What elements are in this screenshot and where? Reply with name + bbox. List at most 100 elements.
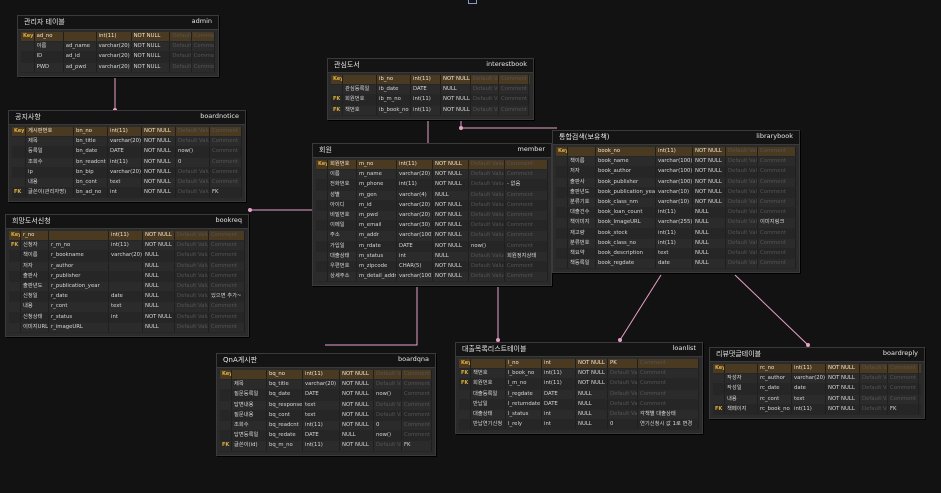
table-member[interactable]: 회원 member Key 회원번호 m_no int(11) NOT NULL Defa…: [312, 143, 552, 287]
col-type: int(11): [542, 369, 576, 379]
col-physical: bq_title: [267, 380, 303, 390]
col-type: int(11): [656, 228, 693, 238]
col-default: Default Value: [175, 271, 209, 281]
col-comment: Comment: [888, 384, 919, 394]
table-row[interactable]: 대출상태 m_status int NULL Default Value 회원정지상태: [316, 251, 548, 262]
col-logical: 조회수: [26, 157, 74, 167]
table-row[interactable]: 책이름 book_name varchar(100) NOT NULL Default …: [556, 157, 796, 168]
table-row[interactable]: 질문내용bq_conttextNOT NULLDefault ValueComm…: [220, 410, 432, 421]
col-logical: 이름: [35, 42, 64, 52]
table-row[interactable]: 아이디 m_id varchar(20) NOT NULL Default Value C…: [316, 200, 548, 211]
table-row[interactable]: 출판사r_publisher NULLDefault ValueComment: [9, 271, 245, 282]
table-name: member: [517, 145, 545, 153]
col-physical: r_m_no: [49, 241, 109, 251]
table-row[interactable]: 조회수 bq_readcnt int(11) NOT NULL 0 Comment: [220, 420, 432, 432]
table-row[interactable]: FK책번호ib_book_noint(11)NOT NULLDefault Va…: [331, 105, 530, 116]
table-row[interactable]: FK책번호l_book_noint(11)NOT NULLDefault Val…: [459, 369, 699, 380]
table-row[interactable]: 재고량book_stockint(11)NULLDefault ValueCom…: [556, 228, 796, 239]
col-default: Default Value: [726, 167, 758, 177]
table-key-row[interactable]: Keyad_no int(11)NOT NULLDefault ValueComm…: [21, 32, 215, 43]
table-row[interactable]: 관심등록일ib_dateDATENULLDefault ValueComment: [331, 85, 530, 96]
table-row[interactable]: 출판년도 book_publication_year varchar(10) NOT …: [556, 187, 796, 198]
key-cell: [12, 157, 26, 167]
table-row[interactable]: 분류번호book_class_noint(11)NULLDefault Valu…: [556, 238, 796, 249]
table-key-row[interactable]: Keyr_no int(11)NOT NULLDefault ValueComme…: [9, 231, 245, 242]
table-boardnotice[interactable]: 공지사항 boardnotice Key 게시판번호 bn_no int(11) NOT…: [8, 110, 246, 203]
table-row[interactable]: 반납일l_returndateDATENULLDefault ValueComm…: [459, 399, 699, 410]
table-loanlist[interactable]: 대출목록리스트테이블 loanlist Key l_no int NOT NULL PK…: [455, 342, 703, 435]
table-row[interactable]: FK 글쓴이(id) bq_m_no int(11) NOT NULL Default V…: [220, 441, 432, 452]
table-key-row[interactable]: Key 회원번호 m_no int(11) NOT NULL Default Value C…: [316, 160, 548, 171]
table-row[interactable]: 조회수 bn_readcnt int(11) NOT NULL 0 Comment: [12, 157, 242, 168]
table-row[interactable]: 출판년도r_publication_year NULLDefault ValueC…: [9, 281, 245, 293]
table-row[interactable]: 출판사 book_publisher varchar(100) NOT NULL Def…: [556, 177, 796, 188]
table-row[interactable]: 질문등록일 bq_date DATE NOT NULL now() Comment: [220, 390, 432, 401]
table-boardreply[interactable]: 리뷰댓글테이블 boardreply Key rc_no int(11) NOT NU…: [709, 347, 925, 419]
col-logical: 상세주소: [328, 272, 357, 282]
table-row[interactable]: FK 책페이지 rc_book_no int(11) NOT NULL Default V…: [713, 404, 921, 415]
table-row[interactable]: 이름ad_namevarchar(20)NOT NULLDefault Valu…: [21, 42, 215, 53]
table-row[interactable]: 책이름 r_bookname varchar(20) NULL Default Valu…: [9, 251, 245, 262]
table-row[interactable]: FK회원번호l_m_noint(11)NOT NULLDefault Value…: [459, 379, 699, 390]
table-row[interactable]: 주소 m_addr varchar(100) NOT NULL Default Valu…: [316, 231, 548, 242]
table-row[interactable]: 내용r_conttextNULLDefault ValueComment: [9, 302, 245, 313]
table-row[interactable]: 책요약book_descriptiontextNULLDefault Value…: [556, 248, 796, 260]
table-admin[interactable]: 관리자 테이블 admin Key ad_no int(11) NOT NULL Def…: [17, 15, 219, 77]
table-row[interactable]: 책등록일book_regdatedateNULLDefault ValueCom…: [556, 259, 796, 270]
table-row[interactable]: 답변내용bq_responsetextNOT NULLDefault Value…: [220, 400, 432, 411]
key-icon: Key: [12, 127, 26, 137]
table-key-row[interactable]: Key ib_noint(11)NOT NULLDefault ValueComm…: [331, 75, 530, 86]
table-row[interactable]: IDad_idvarchar(20)NOT NULLDefault ValueC…: [21, 52, 215, 63]
table-row[interactable]: 저자r_author NULLDefault ValueComment: [9, 261, 245, 272]
table-row[interactable]: 성별 m_gen varchar(4) NULL Default Value Commen…: [316, 190, 548, 201]
table-row[interactable]: 저자 book_author varchar(100) NOT NULL Default…: [556, 167, 796, 178]
table-key-row[interactable]: Key book_noint(11)NOT NULLDefault ValueCo…: [556, 147, 796, 158]
table-key-row[interactable]: Key rc_noint(11)NOT NULLDefault ValueComm…: [713, 364, 921, 375]
col-default: Default Value: [469, 261, 505, 272]
table-row[interactable]: 대출건수 book_loan_count int(11) NULL Default Va…: [556, 208, 796, 219]
table-row[interactable]: PWDad_pwdvarchar(20)NOT NULLDefault Valu…: [21, 62, 215, 73]
table-bookreq[interactable]: 희망도서신청 bookreq Key r_no int(11) NOT NULL Def…: [5, 214, 249, 337]
key-cell: [9, 281, 21, 292]
col-logical: 관심등록일: [343, 85, 377, 95]
table-row[interactable]: 분류기호 book_class_nm varchar(10) NOT NULL Defa…: [556, 197, 796, 209]
col-null: NULL: [143, 271, 175, 281]
col-physical: r_author: [49, 261, 109, 271]
table-row[interactable]: 답변등록일 bq_redate DATE NULL now() Comment: [220, 431, 432, 442]
table-row[interactable]: 비밀번호 m_pwd varchar(20) NOT NULL Default Valu…: [316, 210, 548, 222]
table-row[interactable]: FK회원번호ib_m_noint(11)NOT NULLDefault Valu…: [331, 95, 530, 106]
table-row[interactable]: 내용bn_conttextNOT NULLDefault ValueCommen…: [12, 177, 242, 189]
table-row[interactable]: 가입일 m_rdate DATE NOT NULL now() Comment: [316, 241, 548, 252]
table-row[interactable]: 전화번호 m_phone int(11) NOT NULL Default Value -…: [316, 180, 548, 191]
col-logical: 등록일: [26, 147, 74, 157]
table-row[interactable]: 우편번호 m_zipcode CHAR(5) NOT NULL Default Valu…: [316, 261, 548, 273]
table-row[interactable]: 상세주소 m_detail_addr varchar(100) NOT NULL Def…: [316, 272, 548, 283]
table-row[interactable]: 반납연기신청 l_rely int NULL 0 연기신청시 값 1로 변경: [459, 420, 699, 431]
table-row[interactable]: 내용rc_conttextNOT NULLDefault ValueCommen…: [713, 394, 921, 405]
table-row[interactable]: 대출상태l_statusintNULLDefault Value각책별 대출상태: [459, 409, 699, 421]
table-key-row[interactable]: Key bq_noint(11)NOT NULLDefault ValueComm…: [220, 370, 432, 381]
table-row[interactable]: ipbn_bipvarchar(20)NOT NULLDefault Value…: [12, 167, 242, 178]
table-boardqna[interactable]: QnA게시판 boardqna Key bq_no int(11) NOT NULL D…: [216, 353, 436, 456]
table-row[interactable]: 이메일 m_email varchar(30) NOT NULL Default Val…: [316, 221, 548, 232]
table-librarybook[interactable]: 통합검색(보유책) librarybook Key book_no int(11) N…: [552, 130, 800, 274]
table-row[interactable]: 작성자 rc_author varchar(20) NOT NULL Default V…: [713, 374, 921, 385]
table-row[interactable]: 등록일 bn_date DATE NOT NULL now() Comment: [12, 147, 242, 158]
table-row[interactable]: 작성일rc_datedateNOT NULLDefault ValueComme…: [713, 384, 921, 395]
table-row[interactable]: 이미지URLr_imageURL NULLDefault ValueComment: [9, 322, 245, 333]
table-row[interactable]: 신청일r_datedateNULLDefault Value있으면 추가~: [9, 292, 245, 303]
col-type: int: [397, 251, 433, 261]
table-key-row[interactable]: Key l_no int NOT NULL PK Comment: [459, 359, 699, 370]
table-row[interactable]: 제목bq_titlevarchar(20)NOT NULLDefault Val…: [220, 380, 432, 391]
table-row[interactable]: 책이미지 book_ImageURL varchar(255) NULL Default…: [556, 218, 796, 229]
table-row[interactable]: 이름 m_name varchar(20) NOT NULL Default Value…: [316, 170, 548, 181]
table-interestbook[interactable]: 관심도서 interestbook Key ib_no int(11) NOT NUL…: [327, 58, 534, 120]
table-row[interactable]: FK신청자r_m_noint(11)NOT NULLDefault ValueC…: [9, 241, 245, 252]
table-body: Key 회원번호 m_no int(11) NOT NULL Default Value C…: [313, 158, 551, 285]
table-row[interactable]: FK 글쓴이(관리자명) bn_ad_no int NOT NULL Default Va…: [12, 188, 242, 199]
table-row[interactable]: 제목 bn_title varchar(20) NOT NULL Default Val…: [12, 137, 242, 148]
table-key-row[interactable]: Key 게시판번호 bn_no int(11) NOT NULL Default Valu…: [12, 127, 242, 138]
table-row[interactable]: 대출등록일l_regdateDATENULLDefault ValueComme…: [459, 389, 699, 400]
col-physical: bn_bip: [74, 167, 108, 177]
table-row[interactable]: 신청상태r_statusintNOT NULLDefault ValueComm…: [9, 312, 245, 323]
